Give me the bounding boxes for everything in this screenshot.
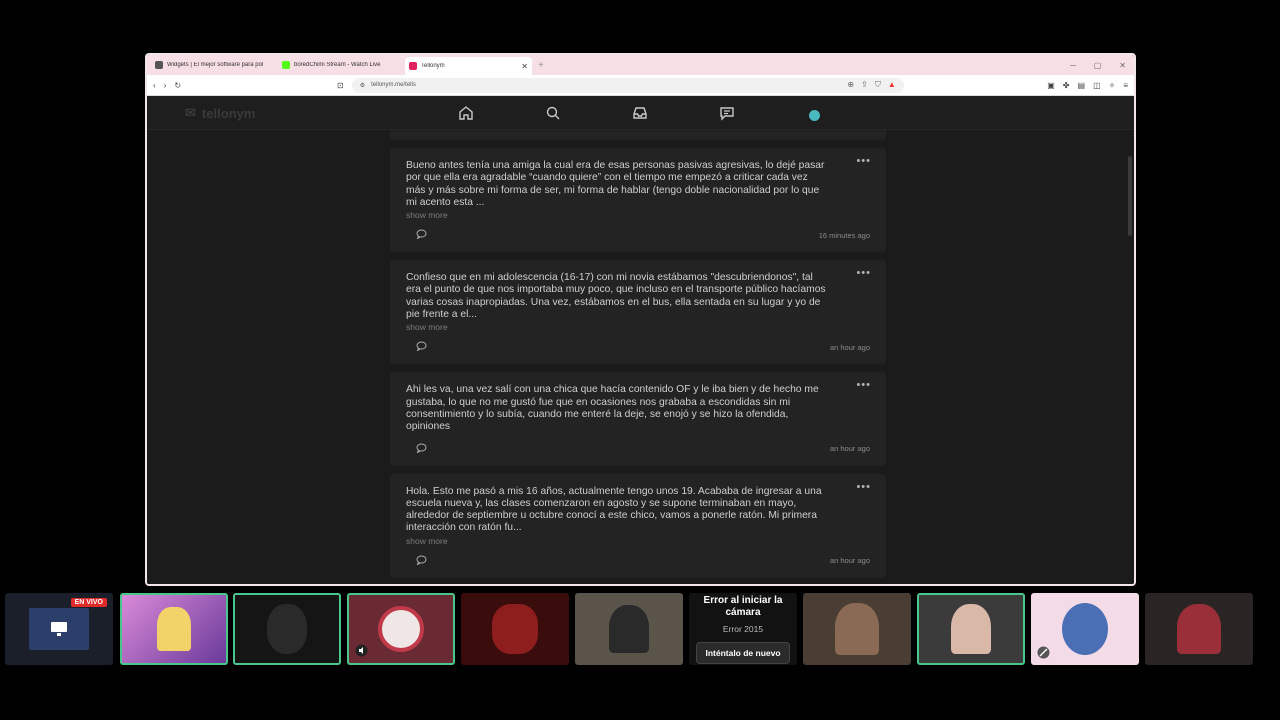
share-icon[interactable]: ⇪ bbox=[861, 80, 868, 90]
app-navbar: ✉ tellonym bbox=[147, 96, 1134, 130]
previous-card-edge bbox=[390, 130, 886, 140]
tell-text: Ahi les va, una vez salí con una chica q… bbox=[406, 384, 819, 433]
tab-tellonym[interactable]: Tellonym ✕ bbox=[405, 57, 532, 75]
zoom-icon[interactable]: ⊕ bbox=[847, 80, 854, 90]
monitor-icon bbox=[29, 608, 89, 650]
comment-icon[interactable] bbox=[416, 552, 427, 570]
reading-icon[interactable]: ◫ bbox=[1093, 81, 1101, 90]
participant-tile[interactable] bbox=[347, 593, 455, 665]
nav-chat-icon[interactable] bbox=[716, 103, 738, 123]
bookmark-icon[interactable]: ⊡ bbox=[337, 81, 344, 90]
forward-icon[interactable]: › bbox=[164, 81, 167, 90]
participant-video bbox=[835, 603, 879, 655]
tell-card[interactable]: ••• Confieso que en mi adolescencia (16-… bbox=[390, 260, 886, 365]
screen-share-tile[interactable]: EN VIVO bbox=[5, 593, 113, 665]
participant-tile[interactable] bbox=[1031, 593, 1139, 665]
timestamp: an hour ago bbox=[829, 342, 870, 352]
show-more-link[interactable]: show more bbox=[406, 322, 870, 332]
address-bar[interactable]: ⚙ tellonym.me/tells ⊕ ⇪ ⛉ ▲ bbox=[351, 77, 904, 93]
participant-video bbox=[157, 607, 191, 651]
close-window-icon[interactable]: ✕ bbox=[1119, 61, 1126, 70]
browser-toolbar: ‹ › ↻ ⊡ ⚙ tellonym.me/tells ⊕ ⇪ ⛉ ▲ ▣ ✤ … bbox=[147, 75, 1134, 96]
show-more-link[interactable]: show more bbox=[406, 210, 870, 220]
timestamp: 16 minutes ago bbox=[818, 230, 870, 240]
tell-text: Confieso que en mi adolescencia (16-17) … bbox=[406, 272, 826, 321]
participant-video bbox=[1177, 604, 1221, 654]
participant-avatar bbox=[492, 604, 538, 654]
participant-tile[interactable] bbox=[803, 593, 911, 665]
ai-icon[interactable]: ✧ bbox=[1109, 81, 1116, 90]
participant-avatar bbox=[378, 606, 424, 652]
camera-error-title: Error al iniciar la cámara bbox=[703, 594, 783, 618]
tells-feed: ••• Bueno antes tenía una amiga la cual … bbox=[390, 130, 886, 584]
avatar bbox=[808, 109, 820, 121]
participant-tile[interactable] bbox=[461, 593, 569, 665]
kick-favicon-icon bbox=[282, 61, 290, 69]
tell-card[interactable]: ••• Bueno antes tenía una amiga la cual … bbox=[390, 148, 886, 253]
show-more-link[interactable]: show more bbox=[406, 536, 870, 546]
camera-error-tile: Error al iniciar la cámara Error 2015 In… bbox=[689, 593, 797, 665]
tab-strip: Widgets | El mejor software para pol bor… bbox=[147, 55, 1134, 75]
page-scrollbar[interactable] bbox=[1128, 156, 1132, 236]
timestamp: an hour ago bbox=[829, 556, 870, 566]
comment-icon[interactable] bbox=[416, 440, 427, 458]
tellonym-page: ✉ tellonym ••• Bueno antes tenía una ami… bbox=[147, 96, 1134, 584]
nav-profile-avatar[interactable] bbox=[803, 103, 825, 123]
participant-avatar bbox=[1062, 603, 1108, 655]
tab-stream[interactable]: boredChimi Stream - Watch Live bbox=[278, 57, 405, 73]
more-options-icon[interactable]: ••• bbox=[856, 155, 871, 167]
sidebar-icon[interactable]: ▤ bbox=[1078, 81, 1086, 90]
more-options-icon[interactable]: ••• bbox=[856, 267, 871, 279]
minimize-icon[interactable]: ─ bbox=[1070, 61, 1076, 70]
close-tab-icon[interactable]: ✕ bbox=[521, 62, 528, 71]
timestamp: an hour ago bbox=[829, 444, 870, 454]
nav-home-icon[interactable] bbox=[455, 103, 477, 123]
speaker-icon bbox=[355, 644, 368, 657]
restore-icon[interactable]: ▢ bbox=[1094, 61, 1102, 70]
logo-icon: ✉ bbox=[185, 105, 196, 120]
participant-tile[interactable] bbox=[233, 593, 341, 665]
tell-text: Bueno antes tenía una amiga la cual era … bbox=[406, 160, 825, 208]
participant-video bbox=[609, 605, 649, 653]
participant-tile[interactable] bbox=[1145, 593, 1253, 665]
new-tab-button[interactable]: + bbox=[538, 60, 544, 71]
participant-tile[interactable] bbox=[120, 593, 228, 665]
tab-title: Widgets | El mejor software para pol bbox=[167, 62, 264, 68]
comment-icon[interactable] bbox=[416, 338, 427, 356]
brand-name: tellonym bbox=[201, 105, 256, 121]
shield-icon[interactable]: ⛉ bbox=[875, 80, 881, 90]
browser-window: Widgets | El mejor software para pol bor… bbox=[145, 53, 1136, 586]
participant-tile[interactable] bbox=[917, 593, 1025, 665]
muted-icon bbox=[1037, 646, 1050, 659]
nav-search-icon[interactable] bbox=[542, 103, 564, 123]
tab-title: Tellonym bbox=[421, 63, 445, 69]
site-info-icon[interactable]: ⚙ bbox=[360, 82, 365, 89]
url-text: tellonym.me/tells bbox=[371, 82, 416, 88]
wallet-icon[interactable]: ▣ bbox=[1047, 81, 1055, 90]
stream-participants-strip: EN VIVO Error al iniciar la cámara Error… bbox=[0, 590, 1280, 670]
participant-tile[interactable] bbox=[575, 593, 683, 665]
comment-icon[interactable] bbox=[416, 226, 427, 244]
menu-icon[interactable]: ≡ bbox=[1123, 81, 1128, 90]
more-options-icon[interactable]: ••• bbox=[856, 481, 871, 493]
nav-inbox-icon[interactable] bbox=[629, 103, 651, 123]
tab-title: boredChimi Stream - Watch Live bbox=[294, 62, 381, 68]
retry-button[interactable]: Inténtalo de nuevo bbox=[696, 641, 790, 664]
tell-card[interactable]: ••• Hola. Esto me pasó a mis 16 años, ac… bbox=[390, 473, 886, 578]
brand-logo[interactable]: ✉ tellonym bbox=[185, 105, 255, 121]
live-badge: EN VIVO bbox=[70, 598, 107, 607]
more-options-icon[interactable]: ••• bbox=[856, 379, 871, 391]
reload-icon[interactable]: ↻ bbox=[174, 81, 181, 90]
participant-video bbox=[951, 604, 991, 654]
tell-card[interactable]: ••• Ahi les va, una vez salí con una chi… bbox=[390, 372, 886, 466]
back-icon[interactable]: ‹ bbox=[153, 81, 156, 90]
tab-favicon-icon bbox=[155, 61, 163, 69]
tellonym-favicon-icon bbox=[409, 62, 417, 70]
rewards-icon[interactable]: ▲ bbox=[888, 80, 896, 90]
camera-error-code: Error 2015 bbox=[722, 623, 764, 634]
participant-video bbox=[267, 604, 307, 654]
tab-widgets[interactable]: Widgets | El mejor software para pol bbox=[151, 57, 278, 73]
tell-text: Hola. Esto me pasó a mis 16 años, actual… bbox=[406, 485, 822, 534]
extensions-icon[interactable]: ✤ bbox=[1063, 81, 1070, 90]
